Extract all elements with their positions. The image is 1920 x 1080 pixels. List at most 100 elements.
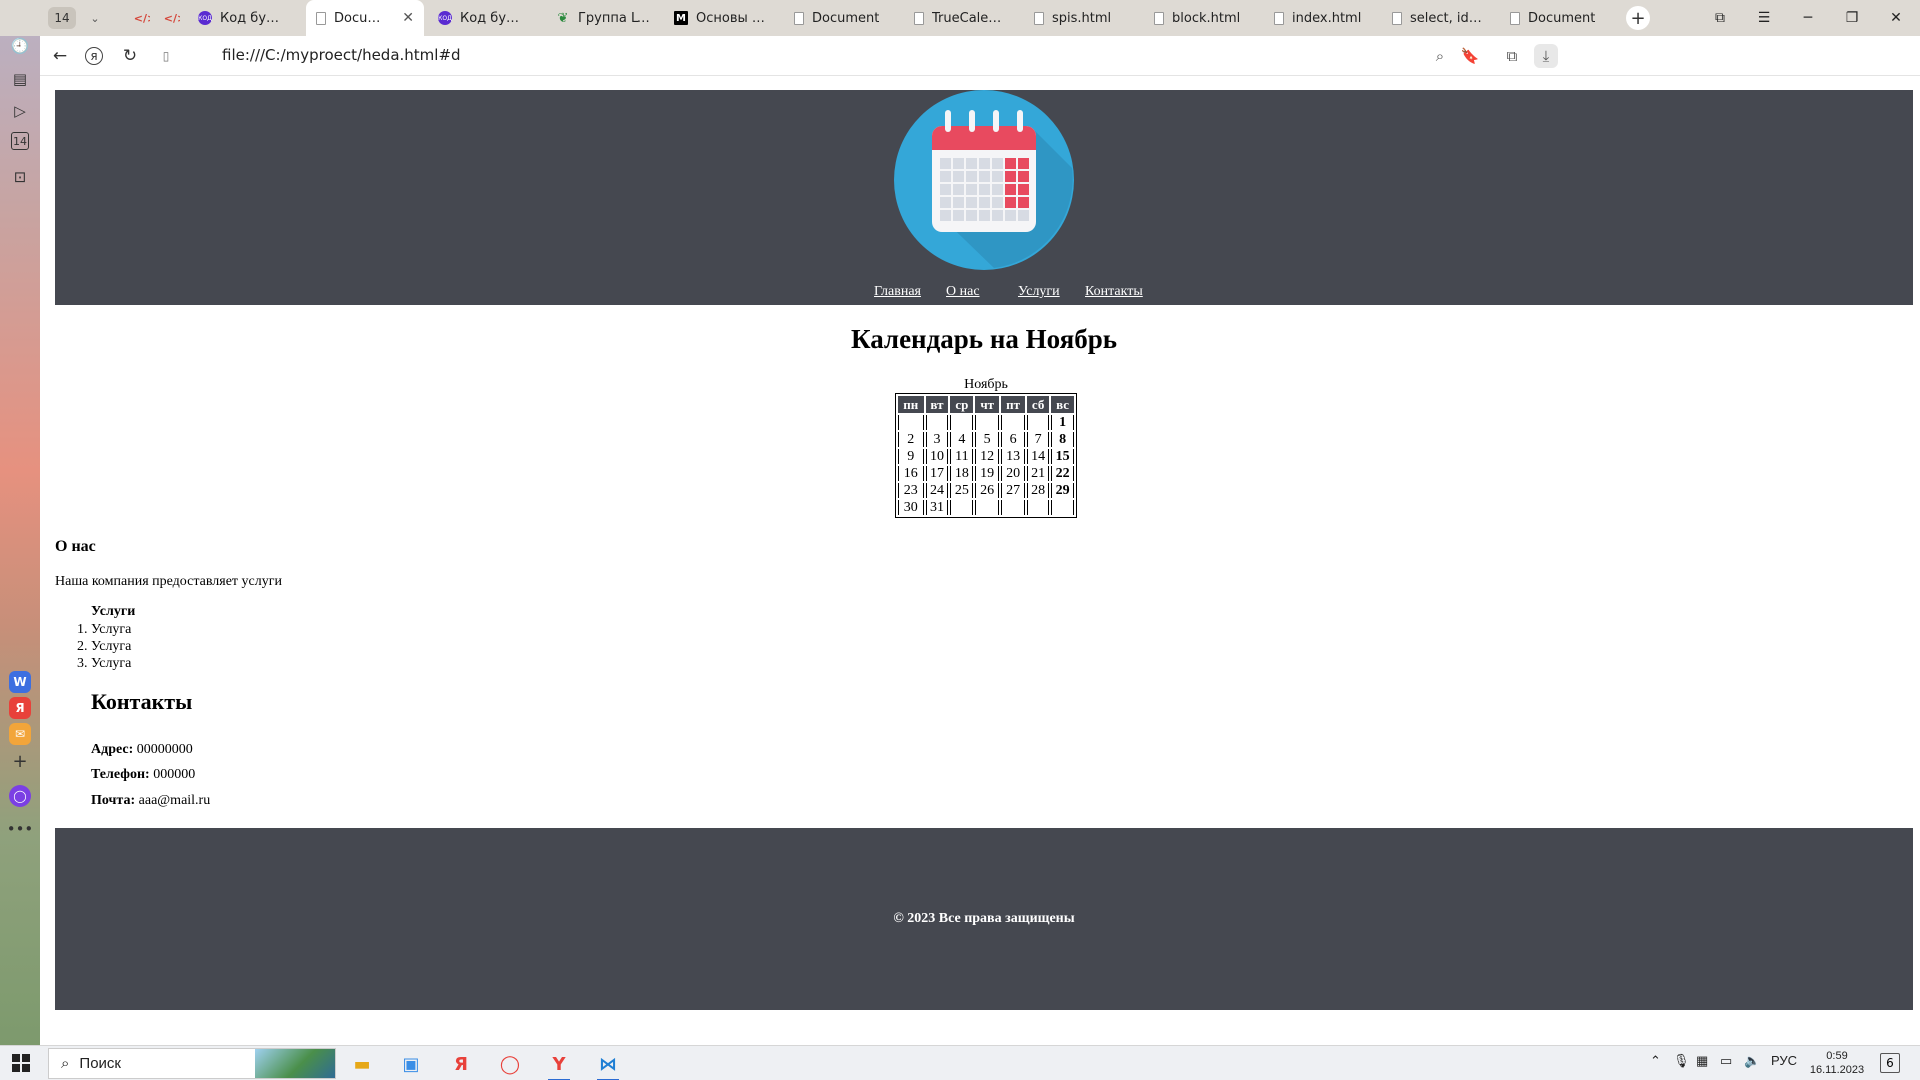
page-viewport: Главная О нас Услуги Контакты Календарь … xyxy=(40,77,1920,1039)
tab-4[interactable]: ❦ Группа LVIT xyxy=(546,0,660,36)
logo-grid-cell xyxy=(966,171,977,182)
logo-grid-cell xyxy=(953,171,964,182)
history-icon[interactable]: 🕘 xyxy=(8,34,32,58)
tab-6[interactable]: Document xyxy=(784,0,894,36)
calendar-day-cell: 20 xyxy=(1001,466,1026,481)
calendar-day-cell: 14 xyxy=(1027,449,1050,464)
new-tab-button[interactable]: + xyxy=(1626,6,1650,30)
calendar-day-cell: 28 xyxy=(1027,483,1050,498)
tab-9[interactable]: block.html xyxy=(1144,0,1256,36)
tab-7[interactable]: TrueCalendar xyxy=(904,0,1016,36)
collections-icon[interactable]: ▤ xyxy=(8,67,32,91)
alice-assistant-icon[interactable]: ◯ xyxy=(9,785,31,807)
weekday-header: сб xyxy=(1027,396,1050,413)
close-window-button[interactable]: ✕ xyxy=(1876,0,1916,36)
logo-grid-cell xyxy=(940,171,951,182)
close-icon[interactable]: ✕ xyxy=(402,10,414,26)
add-app-icon[interactable]: + xyxy=(8,749,32,773)
logo-grid-cell xyxy=(992,210,1003,221)
logo-grid-cell xyxy=(953,184,964,195)
browser-sidebar: 👤 🕘 ▤ ▷ 14 ⊡ W Я ✉ + ◯ ••• xyxy=(0,0,40,1045)
chevron-down-icon[interactable]: ⌄ xyxy=(84,7,106,29)
calendar-day-cell xyxy=(975,500,1000,515)
menu-icon[interactable]: ☰ xyxy=(1744,0,1784,36)
restore-button[interactable]: ❐ xyxy=(1832,0,1872,36)
tab-3[interactable]: КОД Код будуще xyxy=(428,0,536,36)
camera-icon[interactable]: ▦ xyxy=(1696,1053,1708,1069)
pinned-tab-2[interactable]: </> xyxy=(158,0,180,36)
site-navigation: Главная О нас Услуги Контакты xyxy=(55,284,1913,304)
nav-link-home[interactable]: Главная xyxy=(874,284,921,300)
collections-toolbar-icon[interactable]: ⧉ xyxy=(1500,44,1524,68)
minimize-button[interactable]: ─ xyxy=(1788,0,1828,36)
mail-app-icon[interactable]: ✉ xyxy=(9,723,31,745)
pinned-tab-1[interactable]: </> xyxy=(128,0,150,36)
tabs-counter-icon[interactable]: 14 xyxy=(11,132,29,150)
tab-2-active[interactable]: Document ✕ xyxy=(306,0,424,36)
url-input[interactable]: file:///C:/myproect/heda.html#d xyxy=(222,46,461,64)
download-icon[interactable]: ⤓ xyxy=(1534,44,1558,68)
nav-link-services[interactable]: Услуги xyxy=(1018,284,1060,300)
logo-grid-cell xyxy=(966,197,977,208)
calendar-day-cell: 21 xyxy=(1027,466,1050,481)
search-icon: ⌕ xyxy=(61,1055,70,1072)
photos-app-icon[interactable]: ▣ xyxy=(396,1050,426,1078)
yandex-taskbar-icon[interactable]: Y xyxy=(544,1050,574,1080)
m-icon: M xyxy=(674,11,688,25)
tray-chevron-icon[interactable]: ⌃ xyxy=(1650,1053,1661,1069)
logo-grid-cell xyxy=(1005,158,1016,169)
volume-icon[interactable]: 🔈 xyxy=(1744,1053,1760,1069)
nav-link-contacts[interactable]: Контакты xyxy=(1085,284,1143,300)
reload-button[interactable]: ↻ xyxy=(118,44,142,68)
document-icon xyxy=(316,11,326,25)
document-icon xyxy=(1154,11,1164,25)
nav-link-about[interactable]: О нас xyxy=(946,284,980,300)
system-clock[interactable]: 0:59 16.11.2023 xyxy=(1808,1049,1866,1077)
contact-email: Почта: aaa@mail.ru xyxy=(91,793,211,808)
logo-grid-cell xyxy=(1018,171,1029,182)
word-app-icon[interactable]: W xyxy=(9,671,31,693)
bookmarks-panel-icon[interactable]: ⧉ xyxy=(1700,0,1740,36)
calendar-logo-icon xyxy=(894,90,1074,270)
zoom-icon[interactable]: ⌕ xyxy=(1428,44,1452,68)
tab-12[interactable]: Document xyxy=(1500,0,1612,36)
calendar-day-cell: 19 xyxy=(975,466,1000,481)
windows-start-icon[interactable] xyxy=(12,1054,30,1072)
calendar-weekday-row: пн вт ср чт пт сб вс xyxy=(898,396,1074,413)
yandex-browser-icon[interactable]: Я xyxy=(446,1050,476,1078)
contacts-heading: Контакты xyxy=(91,689,193,714)
tab-11[interactable]: select, id,clas xyxy=(1382,0,1494,36)
language-indicator[interactable]: РУС xyxy=(1771,1053,1797,1068)
calendar-day-cell: 11 xyxy=(950,449,974,464)
tab-bar: 14 ⌄ </> </> КОД Код будуще Document ✕ К… xyxy=(0,0,1920,36)
network-icon[interactable]: ▭ xyxy=(1720,1053,1732,1069)
vscode-icon[interactable]: ⋈ xyxy=(593,1050,623,1080)
yandex-icon[interactable]: я xyxy=(85,47,103,65)
tab-10[interactable]: index.html xyxy=(1264,0,1376,36)
logo-grid-cell xyxy=(1018,210,1029,221)
microphone-icon[interactable]: 🎙 xyxy=(1673,1053,1690,1069)
file-explorer-icon[interactable]: ▬ xyxy=(347,1050,377,1078)
taskbar-search[interactable]: ⌕ Поиск xyxy=(48,1048,336,1079)
calendar-day-cell xyxy=(950,415,974,430)
tab-1[interactable]: КОД Код будуще xyxy=(188,0,296,36)
bookmark-icon[interactable]: 🔖 xyxy=(1458,44,1482,68)
calendar-day-cell xyxy=(1001,415,1026,430)
opera-icon[interactable]: ◯ xyxy=(495,1050,525,1078)
notifications-icon[interactable]: 6 xyxy=(1880,1053,1900,1073)
logo-grid-cell xyxy=(979,158,990,169)
tab-counter[interactable]: 14 xyxy=(48,7,76,29)
back-button[interactable]: ← xyxy=(48,44,72,68)
about-heading: О нас xyxy=(55,538,96,555)
yandex-app-icon[interactable]: Я xyxy=(9,697,31,719)
more-icon[interactable]: ••• xyxy=(7,817,34,841)
video-icon[interactable]: ▷ xyxy=(8,99,32,123)
calendar-day-cell xyxy=(1001,500,1026,515)
list-item: Услуга xyxy=(91,638,131,655)
logo-grid-cell xyxy=(979,197,990,208)
code-icon: </> xyxy=(133,11,150,25)
tab-8[interactable]: spis.html xyxy=(1024,0,1136,36)
calendar-caption: Ноябрь xyxy=(964,377,1008,392)
screenshot-icon[interactable]: ⊡ xyxy=(8,165,32,189)
tab-5[interactable]: M Основы CSS xyxy=(664,0,780,36)
